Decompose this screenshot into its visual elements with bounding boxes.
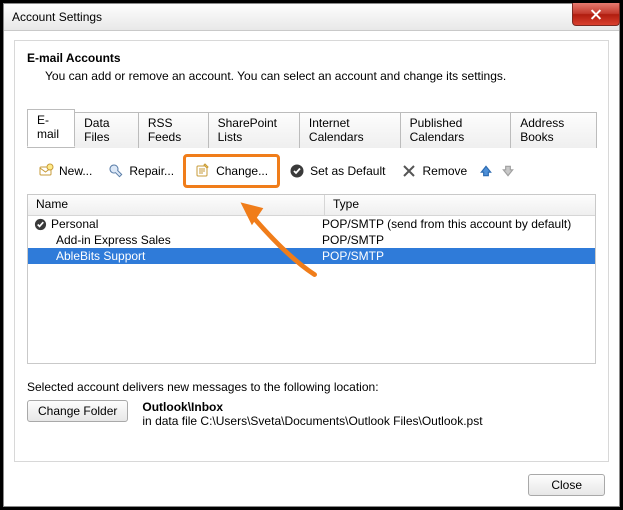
account-type: POP/SMTP	[318, 233, 595, 247]
check-circle-icon	[289, 163, 305, 179]
delivery-location-text: Outlook\Inbox in data file C:\Users\Svet…	[142, 400, 482, 428]
tab-published-calendars[interactable]: Published Calendars	[400, 112, 512, 148]
list-header: Name Type	[28, 195, 595, 216]
delivery-location-label: Selected account delivers new messages t…	[27, 380, 596, 394]
delivery-folder: Outlook\Inbox	[142, 400, 223, 414]
remove-label: Remove	[422, 164, 467, 178]
titlebar: Account Settings	[4, 4, 619, 31]
window-title: Account Settings	[12, 10, 102, 24]
close-button[interactable]: Close	[528, 474, 605, 496]
arrow-down-icon	[501, 164, 515, 178]
repair-label: Repair...	[129, 164, 174, 178]
account-type: POP/SMTP (send from this account by defa…	[318, 217, 595, 231]
table-row[interactable]: AbleBits Support POP/SMTP	[28, 248, 595, 264]
set-default-label: Set as Default	[310, 164, 385, 178]
change-label: Change...	[216, 164, 268, 178]
section-heading: E-mail Accounts	[27, 51, 596, 65]
dialog-body: E-mail Accounts You can add or remove an…	[14, 40, 609, 462]
accounts-list[interactable]: Name Type Personal POP/SMTP (send from th…	[27, 194, 596, 364]
new-label: New...	[59, 164, 92, 178]
move-up-button[interactable]	[476, 160, 496, 182]
repair-icon	[108, 163, 124, 179]
section-subtext: You can add or remove an account. You ca…	[45, 69, 596, 83]
table-row[interactable]: Add-in Express Sales POP/SMTP	[28, 232, 595, 248]
col-type[interactable]: Type	[325, 195, 595, 215]
toolbar: New... Repair... Change... Set as Defaul…	[27, 148, 596, 194]
account-name: AbleBits Support	[56, 249, 145, 263]
tab-sharepoint-lists[interactable]: SharePoint Lists	[208, 112, 300, 148]
set-default-button[interactable]: Set as Default	[282, 159, 392, 183]
change-icon	[195, 163, 211, 179]
account-settings-window: Account Settings E-mail Accounts You can…	[3, 3, 620, 507]
tab-data-files[interactable]: Data Files	[74, 112, 139, 148]
window-close-button[interactable]	[572, 3, 620, 26]
repair-button[interactable]: Repair...	[101, 159, 181, 183]
tab-email[interactable]: E-mail	[27, 109, 75, 147]
close-icon	[590, 9, 602, 20]
new-icon	[38, 163, 54, 179]
remove-button[interactable]: Remove	[394, 159, 474, 183]
account-name: Personal	[51, 217, 98, 231]
move-down-button[interactable]	[498, 160, 518, 182]
change-highlight: Change...	[183, 154, 280, 188]
tab-internet-calendars[interactable]: Internet Calendars	[299, 112, 401, 148]
tab-rss-feeds[interactable]: RSS Feeds	[138, 112, 209, 148]
change-folder-button[interactable]: Change Folder	[27, 400, 128, 422]
tab-strip: E-mail Data Files RSS Feeds SharePoint L…	[27, 109, 596, 148]
default-check-icon	[34, 218, 47, 231]
delivery-datafile: in data file C:\Users\Sveta\Documents\Ou…	[142, 414, 482, 428]
new-button[interactable]: New...	[31, 159, 99, 183]
arrow-up-icon	[479, 164, 493, 178]
change-button[interactable]: Change...	[188, 159, 275, 183]
account-name: Add-in Express Sales	[56, 233, 171, 247]
remove-icon	[401, 163, 417, 179]
table-row[interactable]: Personal POP/SMTP (send from this account…	[28, 216, 595, 232]
dialog-buttons: Close	[528, 474, 605, 496]
tab-address-books[interactable]: Address Books	[510, 112, 597, 148]
col-name[interactable]: Name	[28, 195, 325, 215]
account-type: POP/SMTP	[318, 249, 595, 263]
